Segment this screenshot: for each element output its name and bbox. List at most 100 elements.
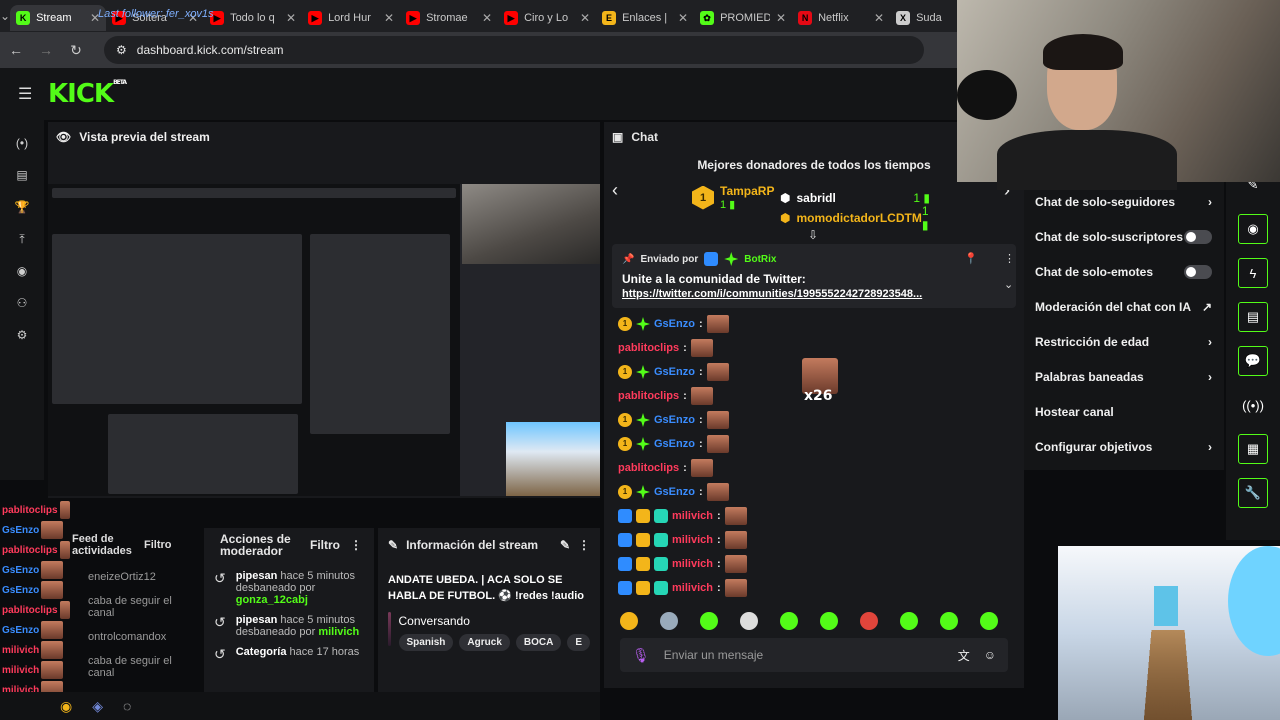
notes-icon[interactable]: ▤ bbox=[1238, 302, 1268, 332]
wrench-icon[interactable]: 🔧 bbox=[1238, 478, 1268, 508]
emote-icon[interactable] bbox=[700, 612, 718, 630]
chat-username[interactable]: milivich bbox=[672, 510, 713, 522]
feed-filter-button[interactable]: Filtro bbox=[144, 539, 172, 551]
chat-message[interactable]: milivich: bbox=[618, 552, 1024, 576]
broadcast-icon[interactable]: ((•)) bbox=[1242, 390, 1264, 420]
emote-icon[interactable] bbox=[900, 612, 918, 630]
chevron-left-icon[interactable]: ‹ bbox=[612, 180, 618, 201]
browser-tab[interactable]: N Netflix ✕ bbox=[792, 5, 890, 31]
chat-username[interactable]: GsEnzo bbox=[654, 414, 695, 426]
chat-username[interactable]: pablitoclips bbox=[618, 462, 679, 474]
analytics-icon[interactable]: ▤ bbox=[16, 168, 27, 186]
chat-username[interactable]: milivich bbox=[672, 582, 713, 594]
kick-logo[interactable]: KICKBETA bbox=[48, 79, 127, 109]
close-icon[interactable]: ✕ bbox=[384, 11, 394, 25]
chat-username[interactable]: GsEnzo bbox=[654, 318, 695, 330]
chat-setting-item[interactable]: Hostear canal bbox=[1024, 394, 1224, 429]
more-options-icon[interactable]: ⋮ bbox=[350, 538, 362, 552]
url-field[interactable]: ⚙ dashboard.kick.com/stream bbox=[104, 36, 924, 64]
chat-message[interactable]: pablitoclips: bbox=[618, 336, 1024, 360]
browser-tab[interactable]: ✿ PROMIED ✕ bbox=[694, 5, 792, 31]
close-icon[interactable]: ✕ bbox=[286, 11, 296, 25]
translate-icon[interactable]: 文 bbox=[958, 647, 970, 664]
discord-icon[interactable]: ◈ bbox=[92, 698, 103, 715]
stream-tag[interactable]: BOCA bbox=[515, 634, 562, 651]
mod-action-by[interactable]: gonza_12cabj bbox=[236, 594, 308, 606]
camera-icon[interactable]: ◉ bbox=[17, 264, 27, 282]
chat-message[interactable]: milivich: bbox=[618, 504, 1024, 528]
chat-username[interactable]: GsEnzo bbox=[654, 438, 695, 450]
close-icon[interactable]: ✕ bbox=[776, 11, 786, 25]
stream-icon[interactable]: (•) bbox=[16, 136, 28, 154]
back-arrow-icon[interactable]: ← bbox=[8, 42, 24, 58]
browser-tab[interactable]: K Stream ✕ bbox=[10, 5, 107, 31]
close-icon[interactable]: ✕ bbox=[874, 11, 884, 25]
toggle-switch[interactable] bbox=[1184, 264, 1212, 279]
browser-tab[interactable]: ▶ Stromae ✕ bbox=[400, 5, 498, 31]
chat-username[interactable]: milivich bbox=[672, 534, 713, 546]
emote-icon[interactable] bbox=[780, 612, 798, 630]
edit-icon[interactable]: ✎ bbox=[560, 538, 570, 552]
settings-icon[interactable]: ⚙ bbox=[17, 328, 28, 346]
chat-setting-item[interactable]: Restricción de edad › bbox=[1024, 324, 1224, 359]
close-icon[interactable]: ✕ bbox=[580, 11, 590, 25]
community-icon[interactable]: ⚇ bbox=[17, 296, 28, 314]
emote-icon[interactable] bbox=[660, 612, 678, 630]
collapse-icon[interactable]: ⇩ bbox=[808, 228, 818, 242]
donor-name[interactable]: sabridl bbox=[796, 191, 835, 205]
emote-icon[interactable] bbox=[940, 612, 958, 630]
emote-icon[interactable] bbox=[620, 612, 638, 630]
emote-icon[interactable] bbox=[740, 612, 758, 630]
toggle-switch[interactable] bbox=[1184, 229, 1212, 244]
chat-setting-item[interactable]: Chat de solo-suscriptores bbox=[1024, 219, 1224, 254]
menu-icon[interactable]: ☰ bbox=[18, 84, 32, 104]
obs-icon[interactable]: ◌ bbox=[123, 698, 131, 714]
emoji-icon[interactable]: ☺ bbox=[984, 648, 996, 662]
chat-setting-item[interactable]: Configurar objetivos › bbox=[1024, 429, 1224, 464]
layout-icon[interactable]: ▦ bbox=[1238, 434, 1268, 464]
mod-action-user[interactable]: pipesan bbox=[236, 614, 278, 626]
reload-icon[interactable]: ↻ bbox=[68, 42, 84, 59]
donor-name[interactable]: momodictadorLCDTM bbox=[796, 211, 921, 225]
browser-tab[interactable]: ▶ Ciro y Lo ✕ bbox=[498, 5, 596, 31]
chat-username[interactable]: pablitoclips bbox=[618, 342, 679, 354]
mod-action-user[interactable]: pipesan bbox=[236, 570, 278, 582]
forward-arrow-icon[interactable]: → bbox=[38, 42, 54, 58]
upload-icon[interactable]: ⤒ bbox=[19, 232, 24, 250]
chat-username[interactable]: pablitoclips bbox=[618, 390, 679, 402]
chat-message[interactable]: 1 GsEnzo: bbox=[618, 408, 1024, 432]
browser-tab[interactable]: ▶ Todo lo q ✕ bbox=[204, 5, 302, 31]
chat-message[interactable]: milivich: bbox=[618, 528, 1024, 552]
chat-message[interactable]: 1 GsEnzo: bbox=[618, 312, 1024, 336]
stream-tag[interactable]: Spanish bbox=[398, 634, 454, 651]
stream-tag[interactable]: E bbox=[567, 634, 590, 651]
close-icon[interactable]: ✕ bbox=[678, 11, 688, 25]
chat-username[interactable]: GsEnzo bbox=[654, 366, 695, 378]
chat-message[interactable]: 1 GsEnzo: bbox=[618, 480, 1024, 504]
expand-chevron-icon[interactable]: ⌄ bbox=[1004, 278, 1013, 291]
chat-icon[interactable]: 💬 bbox=[1238, 346, 1268, 376]
microphone-icon[interactable]: 🎙 bbox=[632, 647, 650, 664]
chat-message[interactable]: 1 GsEnzo: bbox=[618, 432, 1024, 456]
browser-tab[interactable]: E Enlaces | ✕ bbox=[596, 5, 694, 31]
chat-message[interactable]: pablitoclips: bbox=[618, 456, 1024, 480]
emote-icon[interactable] bbox=[980, 612, 998, 630]
chrome-icon[interactable]: ◉ bbox=[60, 698, 72, 715]
trophy-icon[interactable]: 🏆 bbox=[15, 200, 30, 218]
chat-setting-item[interactable]: Moderación del chat con IA ↗ bbox=[1024, 289, 1224, 324]
chat-message[interactable]: milivich: bbox=[618, 576, 1024, 600]
moderator-filter-button[interactable]: Filtro bbox=[310, 538, 340, 552]
chat-username[interactable]: GsEnzo bbox=[654, 486, 695, 498]
more-options-icon[interactable]: ⋮ bbox=[1004, 252, 1015, 265]
camera-icon[interactable]: ◉ bbox=[1238, 214, 1268, 244]
mod-action-user[interactable]: Categoría bbox=[236, 646, 287, 658]
stream-tag[interactable]: Agruck bbox=[459, 634, 510, 651]
stream-preview-video[interactable] bbox=[48, 184, 600, 496]
chat-setting-item[interactable]: Chat de solo-emotes bbox=[1024, 254, 1224, 289]
mod-action-by[interactable]: milivich bbox=[318, 626, 359, 638]
site-info-icon[interactable]: ⚙ bbox=[116, 43, 127, 57]
pinned-link[interactable]: https://twitter.com/i/communities/199555… bbox=[622, 288, 1006, 300]
sender-name[interactable]: BotRix bbox=[744, 254, 776, 265]
more-options-icon[interactable]: ⋮ bbox=[578, 538, 590, 552]
emote-icon[interactable] bbox=[820, 612, 838, 630]
